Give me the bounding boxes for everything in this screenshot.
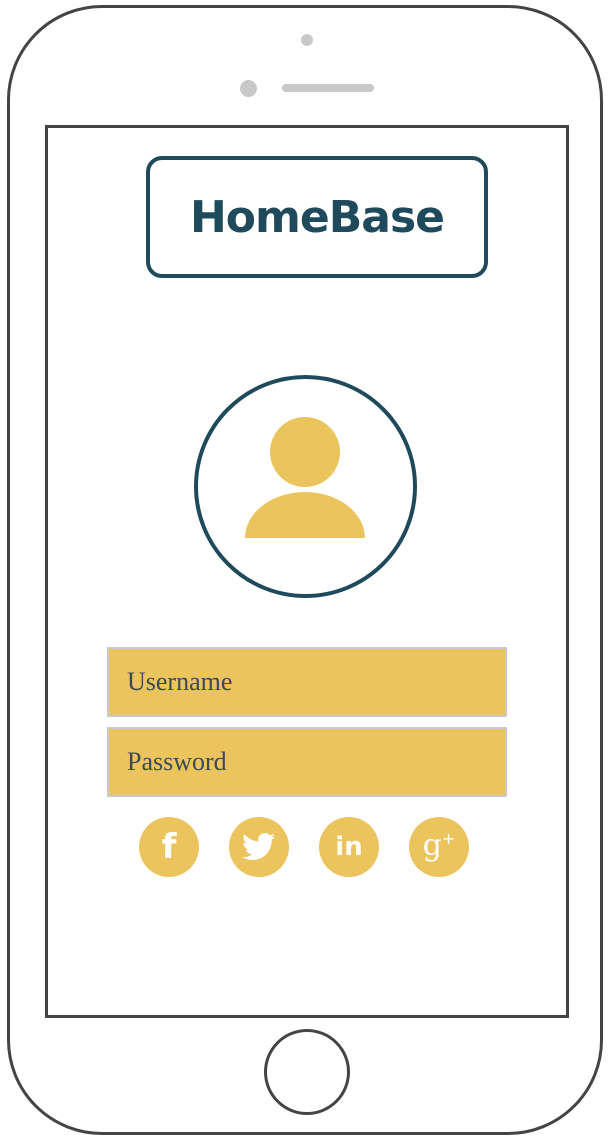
facebook-icon: f (161, 827, 177, 867)
facebook-button[interactable]: f (139, 817, 199, 877)
earpiece-speaker (282, 84, 374, 92)
google-plus-icon: g+ (423, 828, 456, 863)
password-field[interactable] (107, 727, 507, 797)
user-icon (245, 417, 365, 538)
twitter-icon (242, 833, 275, 860)
app-title: HomeBase (189, 191, 445, 243)
google-plus-button[interactable]: g+ (409, 817, 469, 877)
proximity-sensor (240, 80, 257, 97)
linkedin-icon: in (335, 832, 363, 862)
twitter-button[interactable] (229, 817, 289, 877)
avatar (194, 375, 417, 598)
username-field[interactable] (107, 647, 507, 717)
app-logo: HomeBase (146, 156, 488, 278)
google-plus-glyph: g (422, 827, 442, 863)
google-plus-sign: + (441, 828, 456, 848)
home-button[interactable] (264, 1029, 350, 1115)
linkedin-button[interactable]: in (319, 817, 379, 877)
front-camera (301, 34, 313, 46)
